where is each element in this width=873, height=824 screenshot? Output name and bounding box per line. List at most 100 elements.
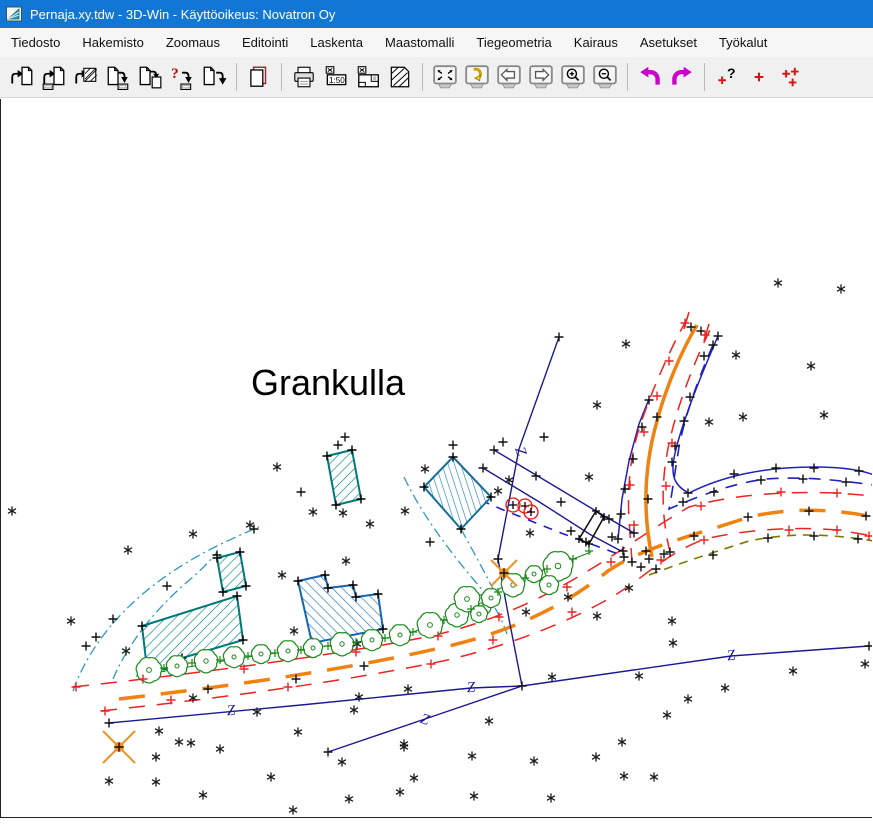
read-file-format-button[interactable] <box>39 62 69 92</box>
point-star <box>350 705 358 714</box>
print-icon <box>291 64 317 90</box>
menu-item-tiedosto[interactable]: Tiedosto <box>0 30 71 55</box>
map-canvas[interactable]: ZZZZZGrankulla <box>0 99 872 818</box>
point-star <box>684 694 692 703</box>
point-add-button[interactable] <box>744 62 774 92</box>
zoom-in-icon <box>560 64 586 90</box>
write-file-plain-button[interactable] <box>199 62 229 92</box>
tree-symbol <box>303 639 322 658</box>
point-star <box>789 666 797 675</box>
zoom-fit-button[interactable] <box>430 62 460 92</box>
point-star <box>404 684 412 693</box>
plot-scale-1-50-button[interactable]: 1:50 <box>321 62 351 92</box>
point-plus <box>540 433 549 442</box>
point-add-multi-button[interactable] <box>776 62 806 92</box>
point-star <box>8 506 16 515</box>
menu-item-editointi[interactable]: Editointi <box>231 30 299 55</box>
road-edge-blue-solid <box>673 336 872 493</box>
read-file-button[interactable] <box>7 62 37 92</box>
copy-pages-button[interactable] <box>244 62 274 92</box>
point-star <box>585 472 593 481</box>
point-plus <box>109 615 118 624</box>
toolbar-separator <box>422 63 423 91</box>
print-button[interactable] <box>289 62 319 92</box>
menu-item-tiegeometria[interactable]: Tiegeometria <box>465 30 562 55</box>
pan-left-button[interactable] <box>494 62 524 92</box>
point-plus <box>563 583 572 592</box>
tree-symbol <box>330 633 353 656</box>
map-label-grankulla: Grankulla <box>251 362 406 403</box>
pan-right-button[interactable] <box>526 62 556 92</box>
powerline-z-mark: Z <box>511 445 529 459</box>
zoom-out-icon <box>592 64 618 90</box>
point-star <box>400 739 408 748</box>
point-plus <box>645 396 654 405</box>
point-query-button[interactable]: ? <box>712 62 742 92</box>
point-star <box>593 400 601 409</box>
point-plus <box>494 555 503 564</box>
tree-symbol <box>194 650 217 673</box>
menu-item-laskenta[interactable]: Laskenta <box>299 30 374 55</box>
plot-hatch-button[interactable] <box>385 62 415 92</box>
point-star <box>401 506 409 515</box>
read-file-icon <box>9 64 35 90</box>
point-plus <box>700 352 709 361</box>
point-star <box>355 692 363 701</box>
point-plus <box>785 526 794 535</box>
menu-item-maastomalli[interactable]: Maastomalli <box>374 30 465 55</box>
zoom-out-button[interactable] <box>590 62 620 92</box>
point-star <box>187 738 195 747</box>
plot-layout-button[interactable] <box>353 62 383 92</box>
point-plus <box>297 488 306 497</box>
zoom-previous-button[interactable] <box>462 62 492 92</box>
menu-item-hakemisto[interactable]: Hakemisto <box>71 30 154 55</box>
write-file-query-button[interactable]: ? <box>167 62 197 92</box>
point-plus <box>701 331 710 340</box>
plot-layout-icon <box>355 64 381 90</box>
point-add-multi-icon <box>778 64 804 90</box>
undo-button[interactable] <box>635 62 665 92</box>
point-plus <box>324 748 333 757</box>
point-plus <box>334 441 343 450</box>
tree-symbol <box>361 630 382 651</box>
point-plus <box>490 446 499 455</box>
title-bar[interactable]: Pernaja.xy.tdw - 3D-Win - Käyttöoikeus: … <box>0 0 873 28</box>
menu-item-ty-kalut[interactable]: Työkalut <box>708 30 778 55</box>
point-star <box>526 528 534 537</box>
write-file-button[interactable] <box>103 62 133 92</box>
point-plus <box>499 438 508 447</box>
point-star <box>155 726 163 735</box>
point-plus <box>833 526 842 535</box>
point-plus <box>697 327 706 336</box>
point-plus <box>700 536 709 545</box>
tree-symbol <box>223 647 244 668</box>
point-plus <box>527 508 535 516</box>
point-star <box>820 410 828 419</box>
undo-icon <box>637 64 663 90</box>
point-star <box>278 570 286 579</box>
point-plus <box>865 642 873 651</box>
point-plus <box>680 417 689 426</box>
point-star <box>189 529 197 538</box>
point-star <box>366 519 374 528</box>
point-star <box>593 611 601 620</box>
write-file-copy-button[interactable] <box>135 62 165 92</box>
point-star <box>837 284 845 293</box>
road-edge-blue-dashed <box>669 345 872 509</box>
menu-item-zoomaus[interactable]: Zoomaus <box>155 30 231 55</box>
point-plus <box>495 613 504 622</box>
write-file-copy-icon <box>137 64 163 90</box>
point-plus <box>426 538 435 547</box>
point-star <box>199 790 207 799</box>
read-file-multi-button[interactable] <box>71 62 101 92</box>
menu-item-asetukset[interactable]: Asetukset <box>629 30 708 55</box>
menu-item-kairaus[interactable]: Kairaus <box>563 30 629 55</box>
point-plus <box>681 319 690 328</box>
point-plus <box>772 464 781 473</box>
redo-button[interactable] <box>667 62 697 92</box>
point-plus <box>479 464 488 473</box>
point-plus <box>617 510 626 519</box>
tree-symbol <box>417 613 443 638</box>
zoom-in-button[interactable] <box>558 62 588 92</box>
point-star <box>342 556 350 565</box>
